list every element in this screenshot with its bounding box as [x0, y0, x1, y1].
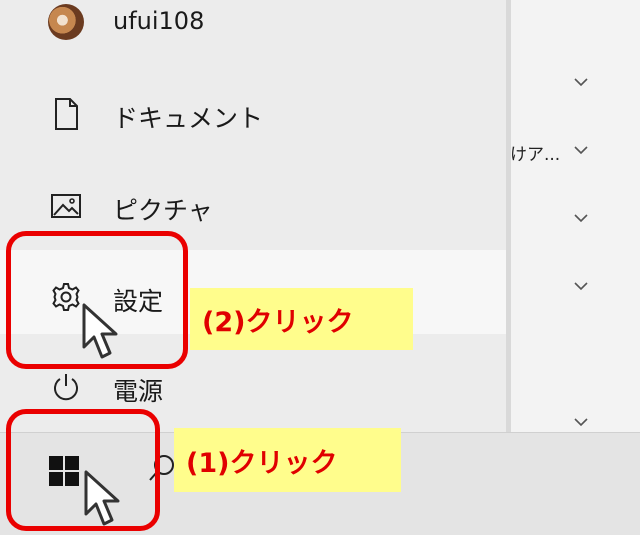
- pictures-icon: [49, 189, 83, 223]
- background-truncated-text: けア...: [510, 145, 561, 165]
- callout-step-2: (2)クリック: [190, 288, 413, 350]
- chevron-down-icon[interactable]: [571, 74, 591, 90]
- chevron-down-icon[interactable]: [571, 278, 591, 294]
- menu-item-label: ピクチャ: [113, 196, 213, 225]
- menu-item-label: ドキュメント: [113, 104, 264, 133]
- callout-step-1: (1)クリック: [174, 428, 401, 492]
- chevron-down-icon[interactable]: [571, 142, 591, 158]
- menu-item-label: 電源: [113, 377, 164, 406]
- user-name: ufui108: [113, 7, 205, 35]
- chevron-down-icon[interactable]: [571, 414, 591, 430]
- highlight-box-start: [6, 409, 160, 531]
- user-account-item[interactable]: ufui108: [0, 0, 506, 48]
- chevron-down-icon[interactable]: [571, 210, 591, 226]
- avatar: [48, 4, 84, 40]
- power-icon: [49, 370, 83, 404]
- document-icon: [49, 97, 83, 131]
- mouse-cursor-icon: [84, 470, 120, 526]
- mouse-cursor-icon: [82, 303, 118, 359]
- menu-item-documents[interactable]: ドキュメント: [0, 76, 506, 152]
